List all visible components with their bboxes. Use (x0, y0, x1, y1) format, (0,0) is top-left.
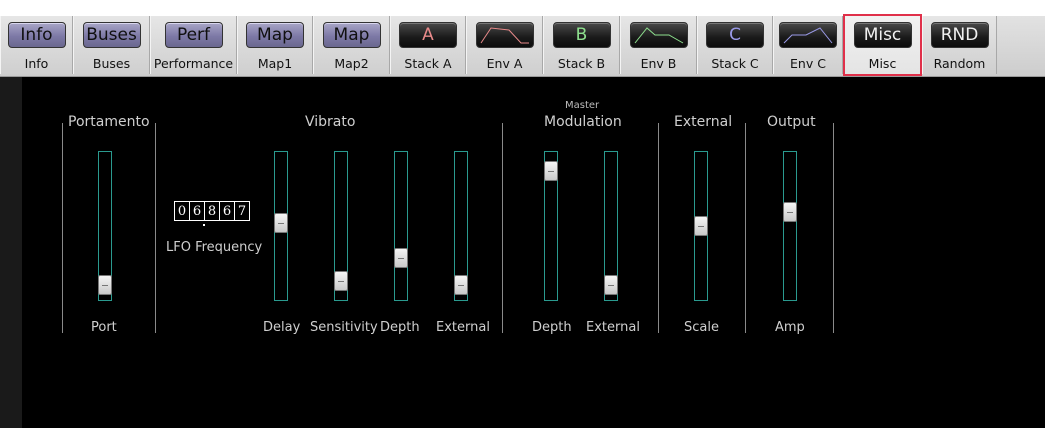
stack-a-button[interactable]: A (399, 22, 457, 48)
envelope-icon (480, 27, 529, 44)
slider-label-depth: Depth (380, 320, 420, 335)
section-divider (833, 123, 834, 333)
tab-stack-b[interactable]: B Stack B (543, 16, 620, 74)
tab-label: Env B (640, 56, 677, 71)
lfo-digit[interactable]: 6 (220, 202, 235, 220)
slider-handle[interactable] (274, 213, 288, 234)
slider-label-sensitivity: Sensitivity (310, 320, 378, 335)
section-title-modulation: Modulation (544, 114, 622, 130)
section-title-portamento: Portamento (68, 114, 150, 130)
env-b-button[interactable] (629, 22, 688, 48)
section-divider (155, 123, 156, 333)
tab-info[interactable]: Info Info (0, 16, 73, 74)
envelope-shape (783, 27, 833, 44)
lfo-decimal-dot (203, 224, 205, 226)
tab-stack-c[interactable]: C Stack C (697, 16, 773, 74)
tab-label: Map2 (334, 56, 369, 71)
section-title-output: Output (767, 114, 816, 130)
slider-vibrato-sensitivity[interactable] (334, 151, 348, 301)
buses-button[interactable]: Buses (82, 22, 141, 48)
section-divider (745, 123, 746, 333)
slider-handle[interactable] (98, 274, 112, 295)
slider-handle[interactable] (604, 274, 618, 295)
envelope-shape (634, 27, 683, 44)
tab-map1[interactable]: Map Map1 (237, 16, 313, 74)
tab-env-b[interactable]: Env B (620, 16, 697, 74)
lfo-digit[interactable]: 0 (175, 202, 190, 220)
tab-label: Env A (486, 56, 523, 71)
lfo-digit[interactable]: 8 (205, 202, 220, 220)
section-title-vibrato: Vibrato (305, 114, 356, 130)
tab-label: Stack A (404, 56, 452, 71)
section-title-external: External (674, 114, 733, 130)
tab-label: Map1 (257, 56, 293, 71)
slider-handle[interactable] (694, 216, 708, 236)
misc-panel: Portamento Vibrato Master Modulation Ext… (22, 77, 1045, 428)
info-button[interactable]: Info (7, 22, 66, 48)
tab-label: Random (933, 56, 986, 71)
tab-misc[interactable]: Misc Misc (843, 14, 922, 76)
slider-handle[interactable] (334, 271, 348, 292)
lfo-digit[interactable]: 6 (190, 202, 205, 220)
slider-external-scale[interactable] (694, 151, 708, 301)
tab-bar: Info Info Buses Buses Perf Performance M… (0, 14, 1045, 77)
slider-label-scale: Scale (684, 320, 719, 335)
env-c-button[interactable] (779, 22, 837, 48)
section-divider (502, 123, 503, 333)
tab-label: Performance (153, 56, 234, 71)
lfo-digit[interactable]: 7 (235, 202, 249, 220)
tab-label: Info (24, 56, 49, 71)
map1-button[interactable]: Map (246, 22, 304, 48)
slider-modulation-depth[interactable] (544, 151, 558, 301)
slider-handle[interactable] (454, 274, 468, 295)
slider-modulation-external[interactable] (604, 151, 618, 301)
tab-buses[interactable]: Buses Buses (73, 16, 150, 74)
slider-handle[interactable] (544, 160, 558, 181)
section-divider (62, 123, 63, 333)
envelope-shape (480, 27, 529, 44)
misc-button[interactable]: Misc (853, 22, 912, 48)
lfo-frequency-label: LFO Frequency (166, 240, 263, 255)
tab-env-c[interactable]: Env C (773, 16, 843, 74)
tab-label: Env C (790, 56, 826, 71)
map2-button[interactable]: Map (322, 22, 381, 48)
tab-map2[interactable]: Map Map2 (313, 16, 390, 74)
slider-vibrato-delay[interactable] (274, 151, 288, 301)
perf-button[interactable]: Perf (164, 22, 223, 48)
rnd-button[interactable]: RND (930, 22, 989, 48)
section-divider (658, 123, 659, 333)
stack-c-button[interactable]: C (706, 22, 764, 48)
tab-env-a[interactable]: Env A (466, 16, 543, 74)
slider-label-mod-external: External (586, 320, 640, 335)
section-subtitle-master: Master (565, 100, 600, 111)
lfo-frequency-display[interactable]: 0 6 8 6 7 (174, 201, 250, 221)
tab-performance[interactable]: Perf Performance (150, 16, 237, 74)
slider-label-amp: Amp (775, 320, 805, 335)
stack-b-button[interactable]: B (552, 22, 611, 48)
slider-vibrato-depth[interactable] (394, 151, 408, 301)
tab-random[interactable]: RND Random (922, 16, 997, 74)
env-a-button[interactable] (475, 22, 534, 48)
tab-label: Misc (868, 56, 897, 71)
slider-output-amp[interactable] (783, 151, 797, 301)
tab-label: Stack B (557, 56, 606, 71)
slider-vibrato-external[interactable] (454, 151, 468, 301)
slider-port[interactable] (98, 151, 112, 301)
slider-label-external: External (436, 320, 490, 335)
tab-stack-a[interactable]: A Stack A (390, 16, 466, 74)
envelope-icon (634, 27, 683, 44)
slider-label-mod-depth: Depth (532, 320, 572, 335)
slider-label-port: Port (91, 320, 117, 335)
slider-handle[interactable] (394, 248, 408, 268)
slider-label-delay: Delay (263, 320, 301, 335)
tab-label: Stack C (711, 56, 759, 71)
left-margin (0, 77, 22, 428)
tab-label: Buses (92, 56, 131, 71)
slider-handle[interactable] (783, 201, 797, 222)
envelope-icon (783, 27, 833, 44)
